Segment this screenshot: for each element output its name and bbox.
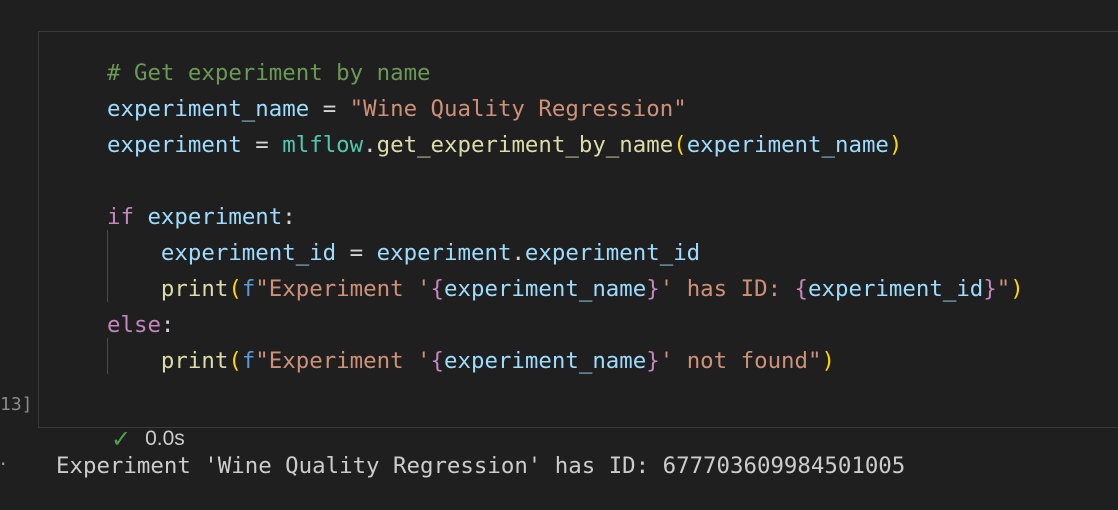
code-line: # Get experiment by name [107,55,1024,91]
code-token: "Wine Quality Regression" [349,96,687,122]
code-token: } [983,276,997,302]
code-token: experiment_name [686,132,889,158]
code-token: experiment_id [808,276,984,302]
code-token: experiment_name [444,348,647,374]
code-token: f [241,348,256,374]
code-token: experiment_id [524,240,701,266]
code-token: get_experiment_by_name [376,132,674,158]
code-line: print(f"Experiment '{experiment_name}' h… [107,271,1024,307]
cell-output: Experiment 'Wine Quality Regression' has… [56,453,906,479]
code-token: ) [888,132,903,158]
code-token: = [241,132,283,158]
code-cell[interactable]: # Get experiment by name experiment_name … [38,31,1118,453]
code-token: { [430,348,445,374]
code-token: "Experiment ' [255,276,431,302]
code-line: else: [107,307,1024,343]
code-token: ' not found" [659,348,822,374]
code-token: ) [1010,276,1024,302]
code-line: experiment_name = "Wine Quality Regressi… [107,91,1024,127]
execution-time: 0.0s [145,427,185,450]
code-token: # Get experiment by name [107,60,431,86]
output-marker[interactable]: · [0,452,6,476]
code-token: . [511,240,525,266]
code-line: experiment = mlflow.get_experiment_by_na… [107,127,1024,163]
code-token: print [160,348,229,374]
code-token: } [646,348,660,374]
execution-count: 13] [0,394,33,415]
code-token: . [363,132,377,158]
code-token: " [996,276,1011,302]
code-token: = [336,240,377,266]
code-token: ( [228,348,242,374]
code-token: experiment_id [160,240,337,266]
code-token: } [646,276,660,302]
code-token: experiment_name [107,96,310,122]
code-token: if [107,204,134,230]
code-token: ( [673,132,687,158]
code-token: ' has ID: [659,276,795,302]
code-token: experiment [147,204,283,230]
code-token: ) [821,348,835,374]
code-token: "Experiment ' [255,348,431,374]
code-token: { [794,276,809,302]
code-token: { [430,276,445,302]
code-token: experiment [376,240,512,266]
code-token: ( [228,276,242,302]
code-token: experiment_name [444,276,647,302]
code-token: mlflow [282,132,364,158]
code-editor[interactable]: # Get experiment by name experiment_name … [107,55,1024,379]
code-token: f [241,276,256,302]
code-token: : [282,204,296,230]
notebook-page: # Get experiment by name experiment_name … [0,0,1118,510]
code-token: experiment [107,132,242,158]
code-line: if experiment: [107,199,1024,235]
code-token: print [160,276,229,302]
code-line: experiment_id = experiment.experiment_id [107,235,1024,271]
code-token: = [309,96,350,122]
code-line: print(f"Experiment '{experiment_name}' n… [107,343,1024,379]
code-token: else [107,312,161,338]
code-token: : [160,312,175,338]
